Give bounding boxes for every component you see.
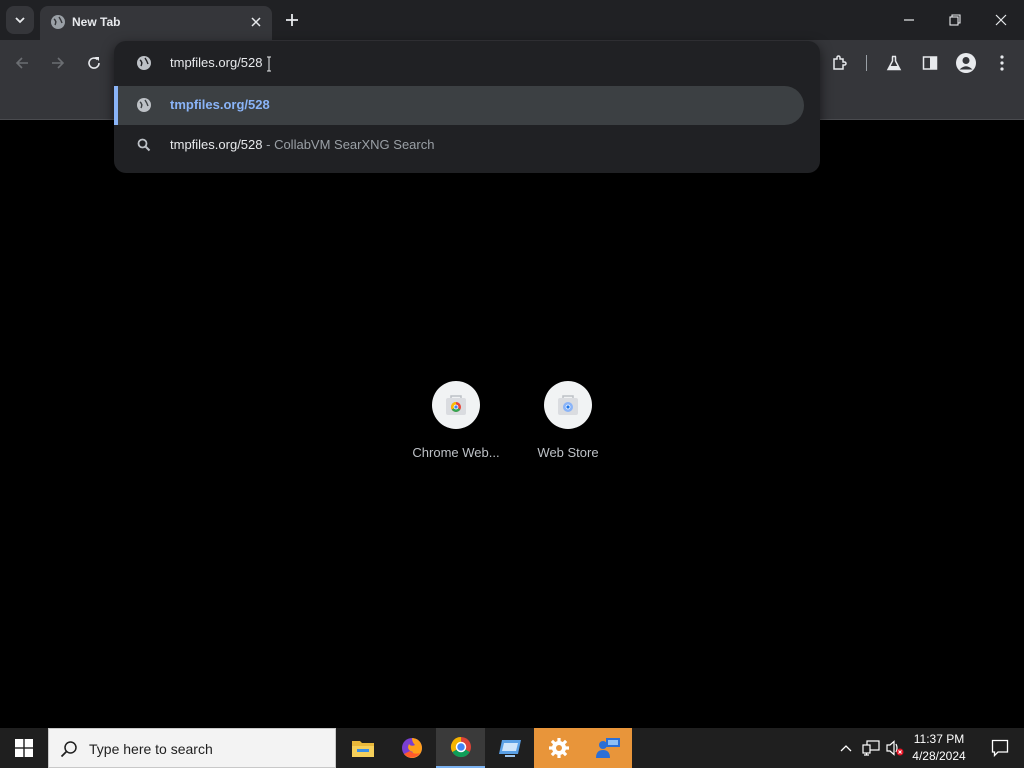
firefox-icon	[401, 738, 422, 758]
reload-button[interactable]	[82, 51, 106, 75]
tray-volume-button[interactable]	[884, 738, 906, 758]
remote-desktop-icon	[498, 740, 521, 757]
shortcut-label: Web Store	[537, 445, 599, 460]
labs-button[interactable]	[882, 51, 906, 75]
tray-show-hidden-icons-button[interactable]	[836, 738, 856, 758]
taskbar-app-users[interactable]	[583, 728, 632, 768]
shortcut-label: Chrome Web...	[412, 445, 500, 460]
selection-indicator	[114, 86, 118, 125]
tray-network-button[interactable]	[860, 738, 882, 758]
close-icon	[995, 14, 1007, 26]
side-panel-button[interactable]	[918, 51, 942, 75]
taskbar-clock-time[interactable]: 11:37 PM	[906, 732, 972, 747]
chevron-up-icon	[840, 745, 852, 752]
tab-strip: New Tab	[0, 0, 1024, 40]
back-button[interactable]	[10, 51, 34, 75]
omnibox-suggestion-search[interactable]: tmpfiles.org/528 - CollabVM SearXNG Sear…	[114, 126, 820, 164]
profile-button[interactable]	[954, 51, 978, 75]
search-icon	[136, 137, 152, 153]
plus-icon	[286, 14, 298, 26]
users-icon	[595, 738, 620, 758]
chrome-icon	[450, 736, 471, 758]
new-tab-button[interactable]	[280, 8, 304, 32]
chrome-web-store-icon	[432, 381, 480, 429]
taskbar: Type here to search 11:37 PM 4/28/2024	[0, 728, 1024, 768]
text-cursor-icon	[266, 56, 272, 72]
tab-search-button[interactable]	[6, 6, 34, 34]
chevron-down-icon	[15, 17, 25, 24]
extensions-puzzle-icon	[833, 55, 847, 70]
extensions-button[interactable]	[828, 51, 852, 75]
taskbar-app-settings[interactable]	[534, 728, 583, 768]
kebab-menu-icon	[1000, 55, 1004, 71]
labs-flask-icon	[886, 55, 902, 71]
browser-menu-button[interactable]	[990, 51, 1014, 75]
search-icon	[59, 739, 79, 759]
volume-muted-icon	[886, 740, 904, 756]
toolbar-divider	[866, 55, 867, 71]
suggestion-query: tmpfiles.org/528	[170, 137, 263, 152]
notification-center-button[interactable]	[976, 728, 1024, 768]
windows-logo-icon	[15, 739, 33, 757]
window-restore-button[interactable]	[932, 0, 978, 40]
taskbar-app-remote-desktop[interactable]	[485, 728, 534, 768]
taskbar-search-placeholder: Type here to search	[89, 741, 213, 757]
notification-icon	[991, 739, 1009, 757]
window-close-button[interactable]	[978, 0, 1024, 40]
side-panel-icon	[922, 56, 938, 70]
restore-icon	[949, 14, 961, 26]
globe-icon	[136, 55, 152, 71]
omnibox-suggestion-url[interactable]: tmpfiles.org/528	[114, 86, 804, 125]
back-arrow-icon	[15, 57, 28, 69]
suggestion-text: tmpfiles.org/528	[170, 97, 270, 112]
window-minimize-button[interactable]	[886, 0, 932, 40]
start-button[interactable]	[0, 728, 48, 768]
taskbar-app-file-explorer[interactable]	[338, 728, 387, 768]
web-store-icon	[544, 381, 592, 429]
taskbar-app-chrome[interactable]	[436, 728, 485, 768]
shortcut-chrome-web-store[interactable]: Chrome Web...	[400, 381, 512, 481]
minimize-icon	[904, 19, 914, 21]
globe-icon	[50, 14, 66, 30]
taskbar-app-firefox[interactable]	[387, 728, 436, 768]
settings-gear-icon	[548, 738, 569, 758]
taskbar-search-box[interactable]: Type here to search	[48, 728, 336, 768]
forward-button[interactable]	[46, 51, 70, 75]
suggestion-description: - CollabVM SearXNG Search	[266, 137, 435, 152]
tab-close-button[interactable]	[246, 12, 266, 32]
suggestion-text: tmpfiles.org/528 - CollabVM SearXNG Sear…	[170, 137, 434, 153]
globe-icon	[136, 97, 152, 113]
taskbar-clock-date[interactable]: 4/28/2024	[906, 749, 972, 764]
close-icon	[251, 17, 261, 27]
tab-new-tab[interactable]: New Tab	[40, 6, 272, 40]
omnibox-input[interactable]: tmpfiles.org/528	[170, 55, 770, 71]
reload-icon	[88, 57, 100, 69]
file-explorer-icon	[351, 741, 374, 757]
tab-title: New Tab	[72, 15, 121, 29]
shortcut-web-store[interactable]: Web Store	[512, 381, 624, 481]
omnibox-popup: tmpfiles.org/528 tmpfiles.org/528 tmpfil…	[114, 41, 820, 173]
network-icon	[862, 740, 880, 756]
forward-arrow-icon	[52, 57, 65, 69]
profile-avatar-icon	[956, 53, 976, 73]
